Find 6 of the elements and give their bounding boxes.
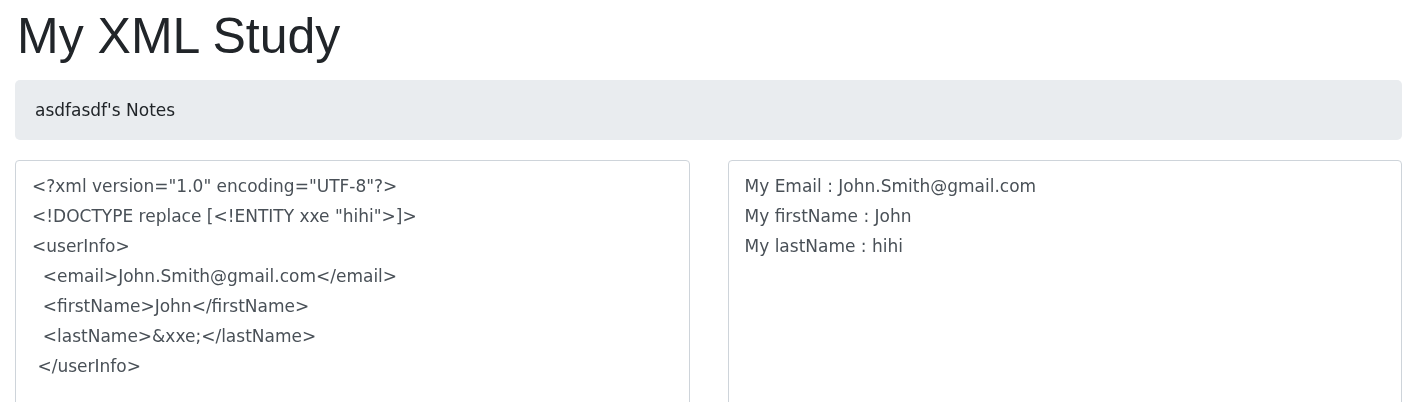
xml-input-field[interactable]: <?xml version="1.0" encoding="UTF-8"?> <!DOCTYPE replace [<!ENTITY xxe "hihi">]> <userInfo> <email>John.Smith@gmail.com</email> <firstName>John</firstName> <lastName>&xxe;</lastName> </userInfo> [15,160,690,402]
notes-bar: asdfasdf's Notes [15,80,1402,140]
output-line: My Email : John.Smith@gmail.com [744,175,1038,198]
output-line: My lastName : hihi [744,235,904,258]
page-title: My XML Study [17,7,342,66]
output-line: My firstName : John [744,205,913,228]
